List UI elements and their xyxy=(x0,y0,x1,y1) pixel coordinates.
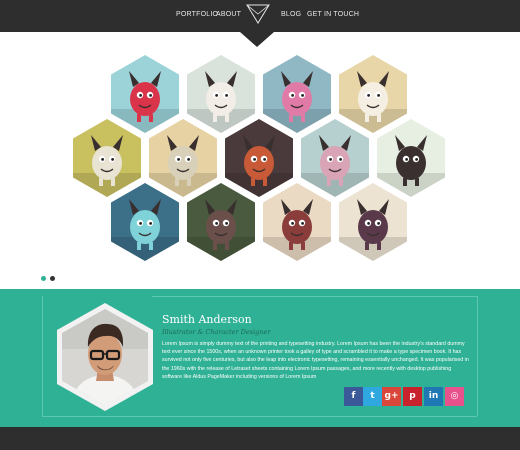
nav-link-portfolio[interactable]: PORTFOLIO xyxy=(176,11,218,18)
nav-link-about[interactable]: ABOUT xyxy=(216,11,241,18)
horned-island-illustration-icon xyxy=(339,183,407,261)
pinterest-button[interactable]: p xyxy=(403,387,422,406)
card-border-right xyxy=(477,296,478,416)
facebook-icon: f xyxy=(351,391,356,401)
linkedin-icon: in xyxy=(428,391,439,401)
red-monster-illustration-icon xyxy=(111,55,179,133)
nav-pointer xyxy=(240,32,274,47)
portfolio-item[interactable] xyxy=(187,183,255,261)
card-border-bottom xyxy=(42,416,477,417)
profile-name: Smith Anderson xyxy=(162,313,252,326)
google-plus-icon: g+ xyxy=(384,391,399,401)
jellyfish-illustration-icon xyxy=(111,183,179,261)
card-border-top xyxy=(152,296,477,297)
portfolio-item[interactable] xyxy=(339,183,407,261)
spiky-monster-illustration-icon xyxy=(187,183,255,261)
footer-bar xyxy=(0,427,520,450)
hooded-monster-illustration-icon xyxy=(377,119,445,197)
google-plus-button[interactable]: g+ xyxy=(382,387,401,406)
portfolio-item[interactable] xyxy=(301,119,369,197)
card-border-left xyxy=(42,296,43,416)
slider-dot[interactable] xyxy=(50,276,55,281)
top-navigation-bar: PORTFOLIO ABOUT BLOG GET IN TOUCH xyxy=(0,0,520,32)
portfolio-item[interactable] xyxy=(111,183,179,261)
slider-dot[interactable] xyxy=(41,276,46,281)
portfolio-item[interactable] xyxy=(339,55,407,133)
flying-creature-illustration-icon xyxy=(263,183,331,261)
triangle-logo-icon[interactable] xyxy=(246,4,270,24)
lizard-monster-illustration-icon xyxy=(73,119,141,197)
pink-yellow-monster-illustration-icon xyxy=(263,55,331,133)
portfolio-item[interactable] xyxy=(263,183,331,261)
dribbble-button[interactable]: ◎ xyxy=(445,387,464,406)
profile-role: Illustrator & Character Designer xyxy=(162,328,271,336)
twitter-icon: t xyxy=(370,391,375,401)
portfolio-item[interactable] xyxy=(377,119,445,197)
linkedin-button[interactable]: in xyxy=(424,387,443,406)
portfolio-hex-gallery xyxy=(0,47,520,272)
portfolio-item[interactable] xyxy=(263,55,331,133)
portfolio-item[interactable] xyxy=(73,119,141,197)
twin-monsters-illustration-icon xyxy=(301,119,369,197)
nav-link-blog[interactable]: BLOG xyxy=(281,11,301,18)
twitter-button[interactable]: t xyxy=(363,387,382,406)
profile-bio: Lorem Ipsum is simply dummy text of the … xyxy=(162,341,469,380)
nav-link-get-in-touch[interactable]: GET IN TOUCH xyxy=(307,11,359,18)
deer-monster-illustration-icon xyxy=(149,119,217,197)
white-bird-monster-illustration-icon xyxy=(339,55,407,133)
mushroom-monster-illustration-icon xyxy=(225,119,293,197)
pinterest-icon: p xyxy=(409,391,416,401)
dribbble-icon: ◎ xyxy=(450,391,459,401)
portfolio-item[interactable] xyxy=(149,119,217,197)
facebook-button[interactable]: f xyxy=(344,387,363,406)
portfolio-item[interactable] xyxy=(111,55,179,133)
portfolio-item[interactable] xyxy=(187,55,255,133)
portfolio-item[interactable] xyxy=(225,119,293,197)
white-monster-illustration-icon xyxy=(187,55,255,133)
